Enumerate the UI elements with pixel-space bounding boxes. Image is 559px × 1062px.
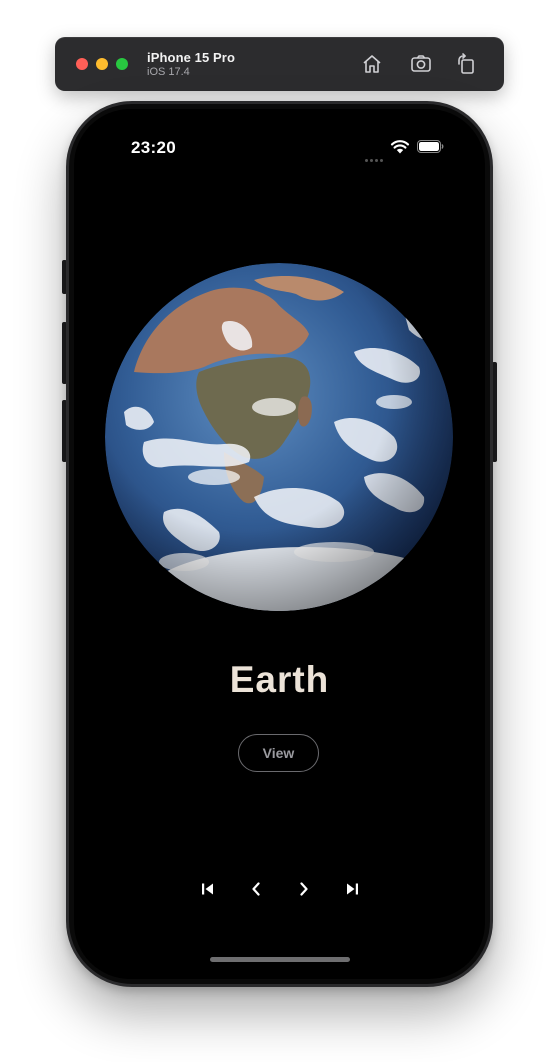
rotate-icon <box>458 53 474 74</box>
previous-icon <box>252 882 260 896</box>
first-button[interactable] <box>198 879 218 899</box>
status-time: 23:20 <box>131 138 176 157</box>
home-button[interactable] <box>360 52 384 76</box>
rotate-button[interactable] <box>454 52 478 76</box>
planet-title: Earth <box>229 659 330 700</box>
next-button[interactable] <box>294 879 314 899</box>
skip-to-last-icon <box>347 883 358 895</box>
battery-icon <box>417 140 444 153</box>
cellular-signal-icon <box>365 149 385 167</box>
skip-to-first-icon <box>202 883 213 895</box>
wifi-icon <box>390 140 410 154</box>
screenshot-icon <box>411 55 431 72</box>
home-icon <box>363 55 381 73</box>
screenshot-button[interactable] <box>409 52 433 76</box>
device-name: iPhone 15 Pro <box>147 50 235 65</box>
next-icon <box>300 882 308 896</box>
phone-screen: 23:20 Earth View <box>74 109 485 979</box>
earth-globe-image <box>105 263 453 611</box>
previous-button[interactable] <box>246 879 266 899</box>
window-zoom-button[interactable] <box>116 58 128 70</box>
window-close-button[interactable] <box>76 58 88 70</box>
simulator-toolbar: iPhone 15 Pro iOS 17.4 <box>55 37 504 91</box>
last-button[interactable] <box>342 879 362 899</box>
window-minimize-button[interactable] <box>96 58 108 70</box>
home-indicator[interactable] <box>210 957 350 962</box>
view-button[interactable]: View <box>238 734 319 772</box>
device-os-version: iOS 17.4 <box>147 66 190 78</box>
